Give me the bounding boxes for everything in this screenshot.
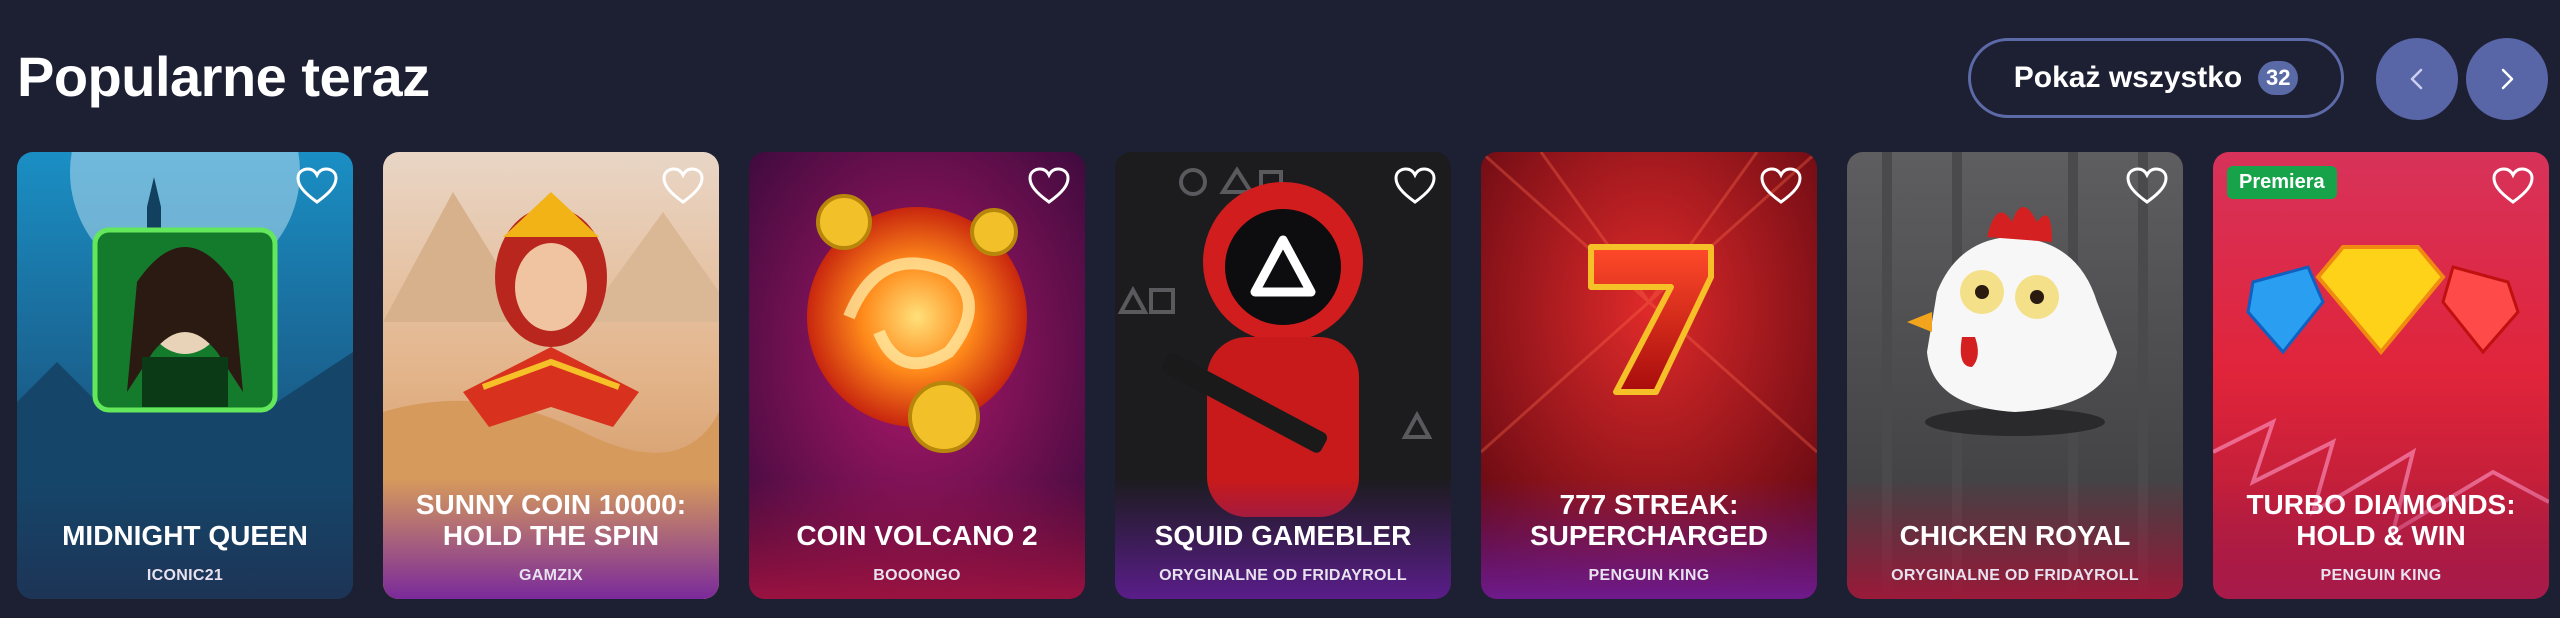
- game-provider: PENGUIN KING: [1588, 567, 1710, 584]
- game-card[interactable]: MIDNIGHT QUEEN ICONIC21: [17, 152, 353, 599]
- carousel-prev-button[interactable]: [2376, 38, 2458, 120]
- favorite-heart-icon[interactable]: [661, 166, 705, 206]
- game-provider: BOOONGO: [873, 567, 961, 584]
- new-release-badge: Premiera: [2227, 166, 2337, 199]
- favorite-heart-icon[interactable]: [295, 166, 339, 206]
- section-title: Popularne teraz: [17, 45, 430, 108]
- game-title: SQUID GAMEBLER: [1154, 520, 1412, 551]
- game-provider: ICONIC21: [146, 567, 224, 584]
- section-header: Popularne teraz Pokaż wszystko 32: [0, 0, 2560, 150]
- game-provider: ORYGINALNE OD FRIDAYROLL: [1891, 567, 2139, 584]
- chevron-right-icon: [2501, 68, 2514, 90]
- game-card[interactable]: 777 STREAK: SUPERCHARGED PENGUIN KING: [1481, 152, 1817, 599]
- game-provider: PENGUIN KING: [2320, 567, 2442, 584]
- game-title: TURBO DIAMONDS: HOLD & WIN: [2246, 489, 2516, 551]
- game-carousel: MIDNIGHT QUEEN ICONIC21 SUNNY COIN 10000…: [0, 152, 2560, 600]
- favorite-heart-icon[interactable]: [1393, 166, 1437, 206]
- game-provider: ORYGINALNE OD FRIDAYROLL: [1159, 567, 1407, 584]
- game-title: MIDNIGHT QUEEN: [62, 520, 308, 551]
- game-provider: GAMZIX: [518, 567, 584, 584]
- game-card[interactable]: SUNNY COIN 10000: HOLD THE SPIN GAMZIX: [383, 152, 719, 599]
- game-title: COIN VOLCANO 2: [796, 520, 1038, 551]
- chevron-left-icon: [2410, 68, 2423, 90]
- game-title: SUNNY COIN 10000: HOLD THE SPIN: [415, 489, 687, 551]
- favorite-heart-icon[interactable]: [1759, 166, 1803, 206]
- show-all-label: Pokaż wszystko: [2013, 61, 2243, 94]
- game-card[interactable]: COIN VOLCANO 2 BOOONGO: [749, 152, 1085, 599]
- game-card[interactable]: CHICKEN ROYAL ORYGINALNE OD FRIDAYROLL: [1847, 152, 2183, 599]
- game-title: CHICKEN ROYAL: [1899, 520, 2131, 551]
- game-title: 777 STREAK: SUPERCHARGED: [1529, 489, 1769, 551]
- favorite-heart-icon[interactable]: [2491, 166, 2535, 206]
- favorite-heart-icon[interactable]: [1027, 166, 1071, 206]
- favorite-heart-icon[interactable]: [2125, 166, 2169, 206]
- game-card[interactable]: SQUID GAMEBLER ORYGINALNE OD FRIDAYROLL: [1115, 152, 1451, 599]
- carousel-next-button[interactable]: [2466, 38, 2548, 120]
- game-card[interactable]: Premiera TURBO DIAMONDS: HOLD & WIN PENG…: [2213, 152, 2549, 599]
- show-all-button[interactable]: Pokaż wszystko 32: [1968, 38, 2344, 118]
- games-count-badge: 32: [2258, 61, 2299, 95]
